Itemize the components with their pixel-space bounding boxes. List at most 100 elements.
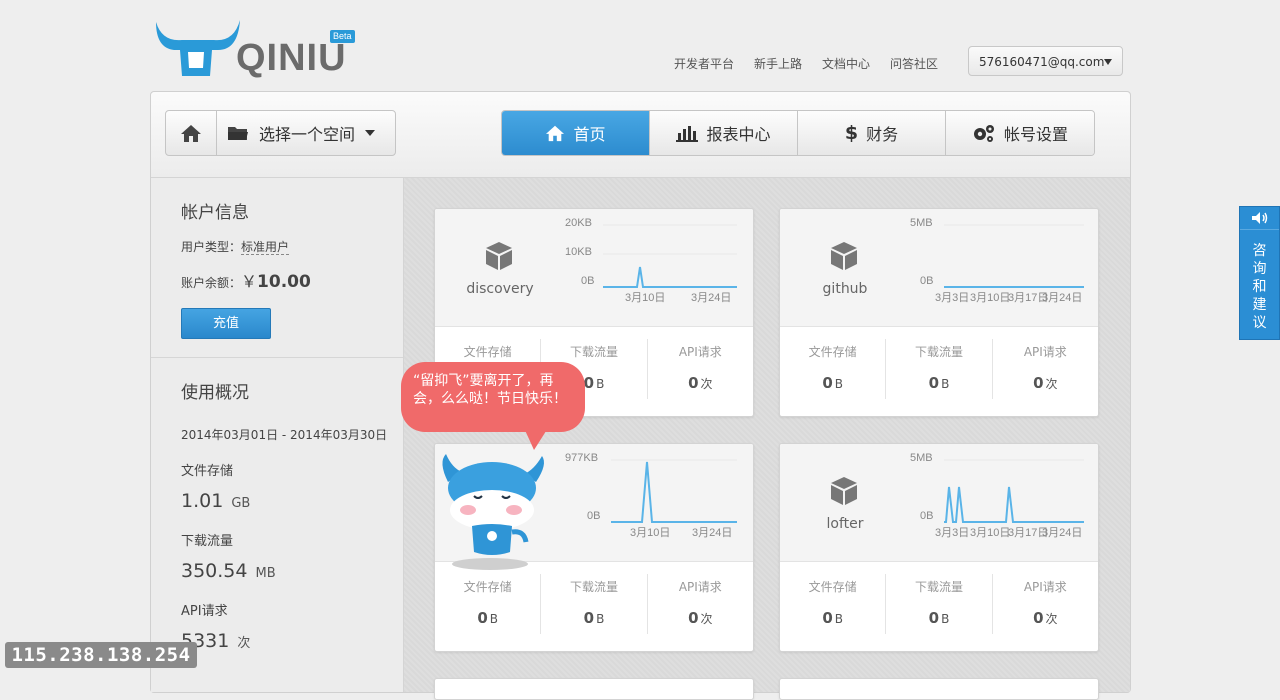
tab-account-settings[interactable]: 帐号设置 [946,111,1094,155]
stat-value: 0次 [688,374,713,392]
mascot-speech-bubble: “留抑飞”要离开了，再会，么么哒！节日快乐！ [401,362,585,432]
bucket-card-github[interactable]: github 5MB 0B 3月3日 3月10日 3月17日 3月24日 文件存… [779,208,1099,417]
stat-api: API请求 0 次 [648,339,753,399]
user-type-value[interactable]: 标准用户 [241,240,290,255]
bucket-box-icon [486,242,512,270]
link-qa-community[interactable]: 问答社区 [890,57,938,71]
stat-storage: 文件存储 0B [435,574,542,634]
sidebar: 帐户信息 用户类型：标准用户 账户余额：￥10.00 充值 使用概况 2014年… [151,178,404,692]
ip-address-overlay: 115.238.138.254 [5,642,197,668]
bucket-card-lofter[interactable]: lofter 5MB 0B 3月3日 3月10日 3月17日 3月24日 文件存… [779,443,1099,652]
x-label: 3月24日 [1042,527,1083,539]
stat-traffic: 下载流量 0 B [541,574,648,634]
link-developer-platform[interactable]: 开发者平台 [674,57,734,71]
stat-traffic: 下载流量 0 B [886,574,993,634]
tab-finance[interactable]: $ 财务 [798,111,946,155]
mascot-icon[interactable] [438,452,550,572]
balance-label: 账户余额： [181,276,242,290]
balance-value: 10.00 [257,272,311,292]
y-label: 20KB [565,217,592,229]
recharge-button[interactable]: 充值 [181,308,271,339]
x-label: 3月24日 [691,292,732,304]
user-type-label: 用户类型： [181,240,242,254]
tab-account-settings-label: 帐号设置 [1003,125,1068,144]
x-label: 3月10日 [625,292,666,304]
card-header: github 5MB 0B 3月3日 3月10日 3月17日 3月24日 [780,209,1098,327]
metric-api-unit: 次 [237,636,251,651]
tab-home-label: 首页 [573,125,606,144]
bucket-stats: 文件存储 0B 下载流量 0B API请求 0次 [435,574,753,634]
link-docs[interactable]: 文档中心 [822,57,870,71]
stat-label: 文件存储 [808,345,857,359]
y-label: 10KB [565,246,592,258]
main-panel: 选择一个空间 首页 报表中心 $ 财务 帐号设置 帐户信息 用户类型：标准用户 … [150,91,1131,700]
card-header: lofter 5MB 0B 3月3日 3月10日 3月17日 3月24日 [780,444,1098,562]
stat-value: 0B [928,609,950,627]
traffic-sparkline [944,224,1084,288]
stat-label: API请求 [1023,345,1067,359]
bucket-box-icon [831,477,857,505]
speech-bubble-tail [524,428,548,450]
user-type-row: 用户类型：标准用户 [181,238,290,255]
usage-title: 使用概况 [181,383,249,403]
stat-api: API请求 0 次 [993,574,1098,634]
tab-home[interactable]: 首页 [502,111,650,155]
user-email: 576160471@qq.com [979,55,1105,69]
metric-traffic-value: 350.54 [181,560,248,582]
logo-text: QINIU [236,37,347,79]
stat-label: API请求 [678,580,722,594]
stat-label: 下载流量 [914,345,963,359]
select-space-dropdown[interactable]: 选择一个空间 [217,111,395,155]
usage-period: 2014年03月01日 - 2014年03月30日 [181,428,388,442]
metric-storage: 1.01 GB [181,490,250,512]
stat-value: 0B [822,609,843,627]
user-menu-button[interactable]: 576160471@qq.com [968,46,1123,76]
beta-badge: Beta [330,30,355,43]
x-label: 3月24日 [1042,292,1083,304]
balance-currency: ￥ [241,272,258,291]
stat-traffic: 下载流量 0 B [886,339,993,399]
metric-storage-unit: GB [231,496,251,511]
stat-label: 文件存储 [463,580,512,594]
traffic-sparkline [611,459,737,523]
y-label: 0B [581,275,595,287]
dollar-icon: $ [844,122,859,144]
consult-label: 咨询和建议 [1252,243,1267,331]
select-space-label: 选择一个空间 [259,125,356,144]
toolbar: 选择一个空间 首页 报表中心 $ 财务 帐号设置 [151,92,1130,178]
top-links: 开发者平台 新手上路 文档中心 问答社区 [674,55,938,72]
bucket-box-icon [831,242,857,270]
stat-value: 0B [477,609,498,627]
home-button[interactable] [166,111,217,155]
stat-label: 文件存储 [808,580,857,594]
consult-feedback-tab[interactable]: 咨询和建议 [1239,206,1280,340]
bucket-grid: discovery 20KB 10KB 0B 3月10日 3月24日 文件存储 0… [404,178,1130,700]
home-icon [546,125,565,142]
stat-api: API请求 0 次 [993,339,1098,399]
x-label: 3月24日 [692,527,733,539]
bucket-stats: 文件存储 0B 下载流量 0B API请求 0次 [780,574,1098,634]
stat-api: API请求 0 次 [648,574,753,634]
stat-label: 下载流量 [569,580,618,594]
stat-value: 0次 [1033,374,1058,392]
bucket-name: github [822,281,868,297]
stat-label: 下载流量 [569,345,618,359]
tab-reports-label: 报表中心 [706,125,771,144]
bucket-stats: 文件存储 0B 下载流量 0B API请求 0次 [780,339,1098,399]
stat-value: 0次 [1033,609,1058,627]
card-header: discovery 20KB 10KB 0B 3月10日 3月24日 [435,209,753,327]
bucket-card[interactable] [434,678,754,700]
bar-chart-icon [676,126,699,142]
metric-traffic-unit: MB [255,566,276,581]
stat-label: API请求 [678,345,722,359]
metric-api-label: API请求 [181,604,228,619]
tab-reports[interactable]: 报表中心 [650,111,798,155]
metric-traffic-label: 下载流量 [181,534,234,549]
stat-storage: 文件存储 0B [780,339,887,399]
stat-label: 文件存储 [463,345,512,359]
stat-value: 0B [822,374,843,392]
account-info-title: 帐户信息 [181,203,249,223]
stat-value: 0次 [688,609,713,627]
link-getting-started[interactable]: 新手上路 [754,57,802,71]
bucket-card[interactable] [779,678,1099,700]
